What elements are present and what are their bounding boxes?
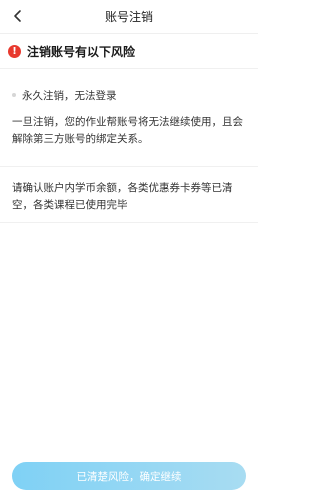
risk-section-1: 永久注销，无法登录 一旦注销，您的作业帮账号将无法继续使用，且会解除第三方账号的…	[0, 86, 258, 148]
risk-banner: ! 注销账号有以下风险	[0, 35, 258, 69]
risk-paragraph-2: 请确认账户内学币余额，各类优惠券卡券等已清空，各类课程已使用完毕	[12, 182, 233, 211]
bullet-text: 永久注销，无法登录	[22, 89, 117, 102]
page-title: 账号注销	[104, 10, 153, 24]
exclamation-circle-icon: !	[8, 45, 21, 58]
risk-title: 注销账号有以下风险	[27, 45, 136, 59]
warn-glyph: !	[12, 45, 17, 57]
bullet-dot-icon	[12, 93, 16, 97]
divider	[0, 166, 258, 167]
risk-paragraph-1: 一旦注销，您的作业帮账号将无法继续使用，且会解除第三方账号的绑定关系。	[12, 116, 243, 145]
risk-bullet: 永久注销，无法登录	[0, 86, 258, 104]
divider	[0, 222, 258, 223]
nav-bar: 账号注销	[0, 0, 258, 34]
confirm-continue-button[interactable]: 已清楚风险，确定继续	[12, 462, 246, 490]
